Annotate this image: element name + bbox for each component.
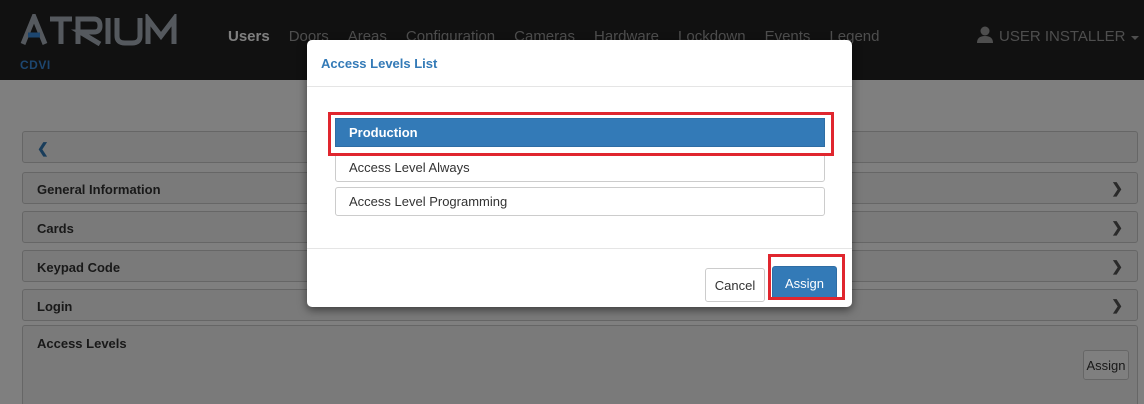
assign-button[interactable]: Assign	[772, 266, 837, 300]
access-level-item-always[interactable]: Access Level Always	[335, 153, 825, 182]
modal-footer: Cancel Assign	[307, 248, 852, 307]
access-level-item-production[interactable]: Production	[335, 118, 825, 147]
cancel-button[interactable]: Cancel	[705, 268, 765, 302]
modal-title: Access Levels List	[321, 56, 438, 71]
access-level-item-programming[interactable]: Access Level Programming	[335, 187, 825, 216]
access-levels-modal: Access Levels List Production Access Lev…	[307, 40, 852, 307]
modal-header: Access Levels List	[307, 40, 852, 87]
